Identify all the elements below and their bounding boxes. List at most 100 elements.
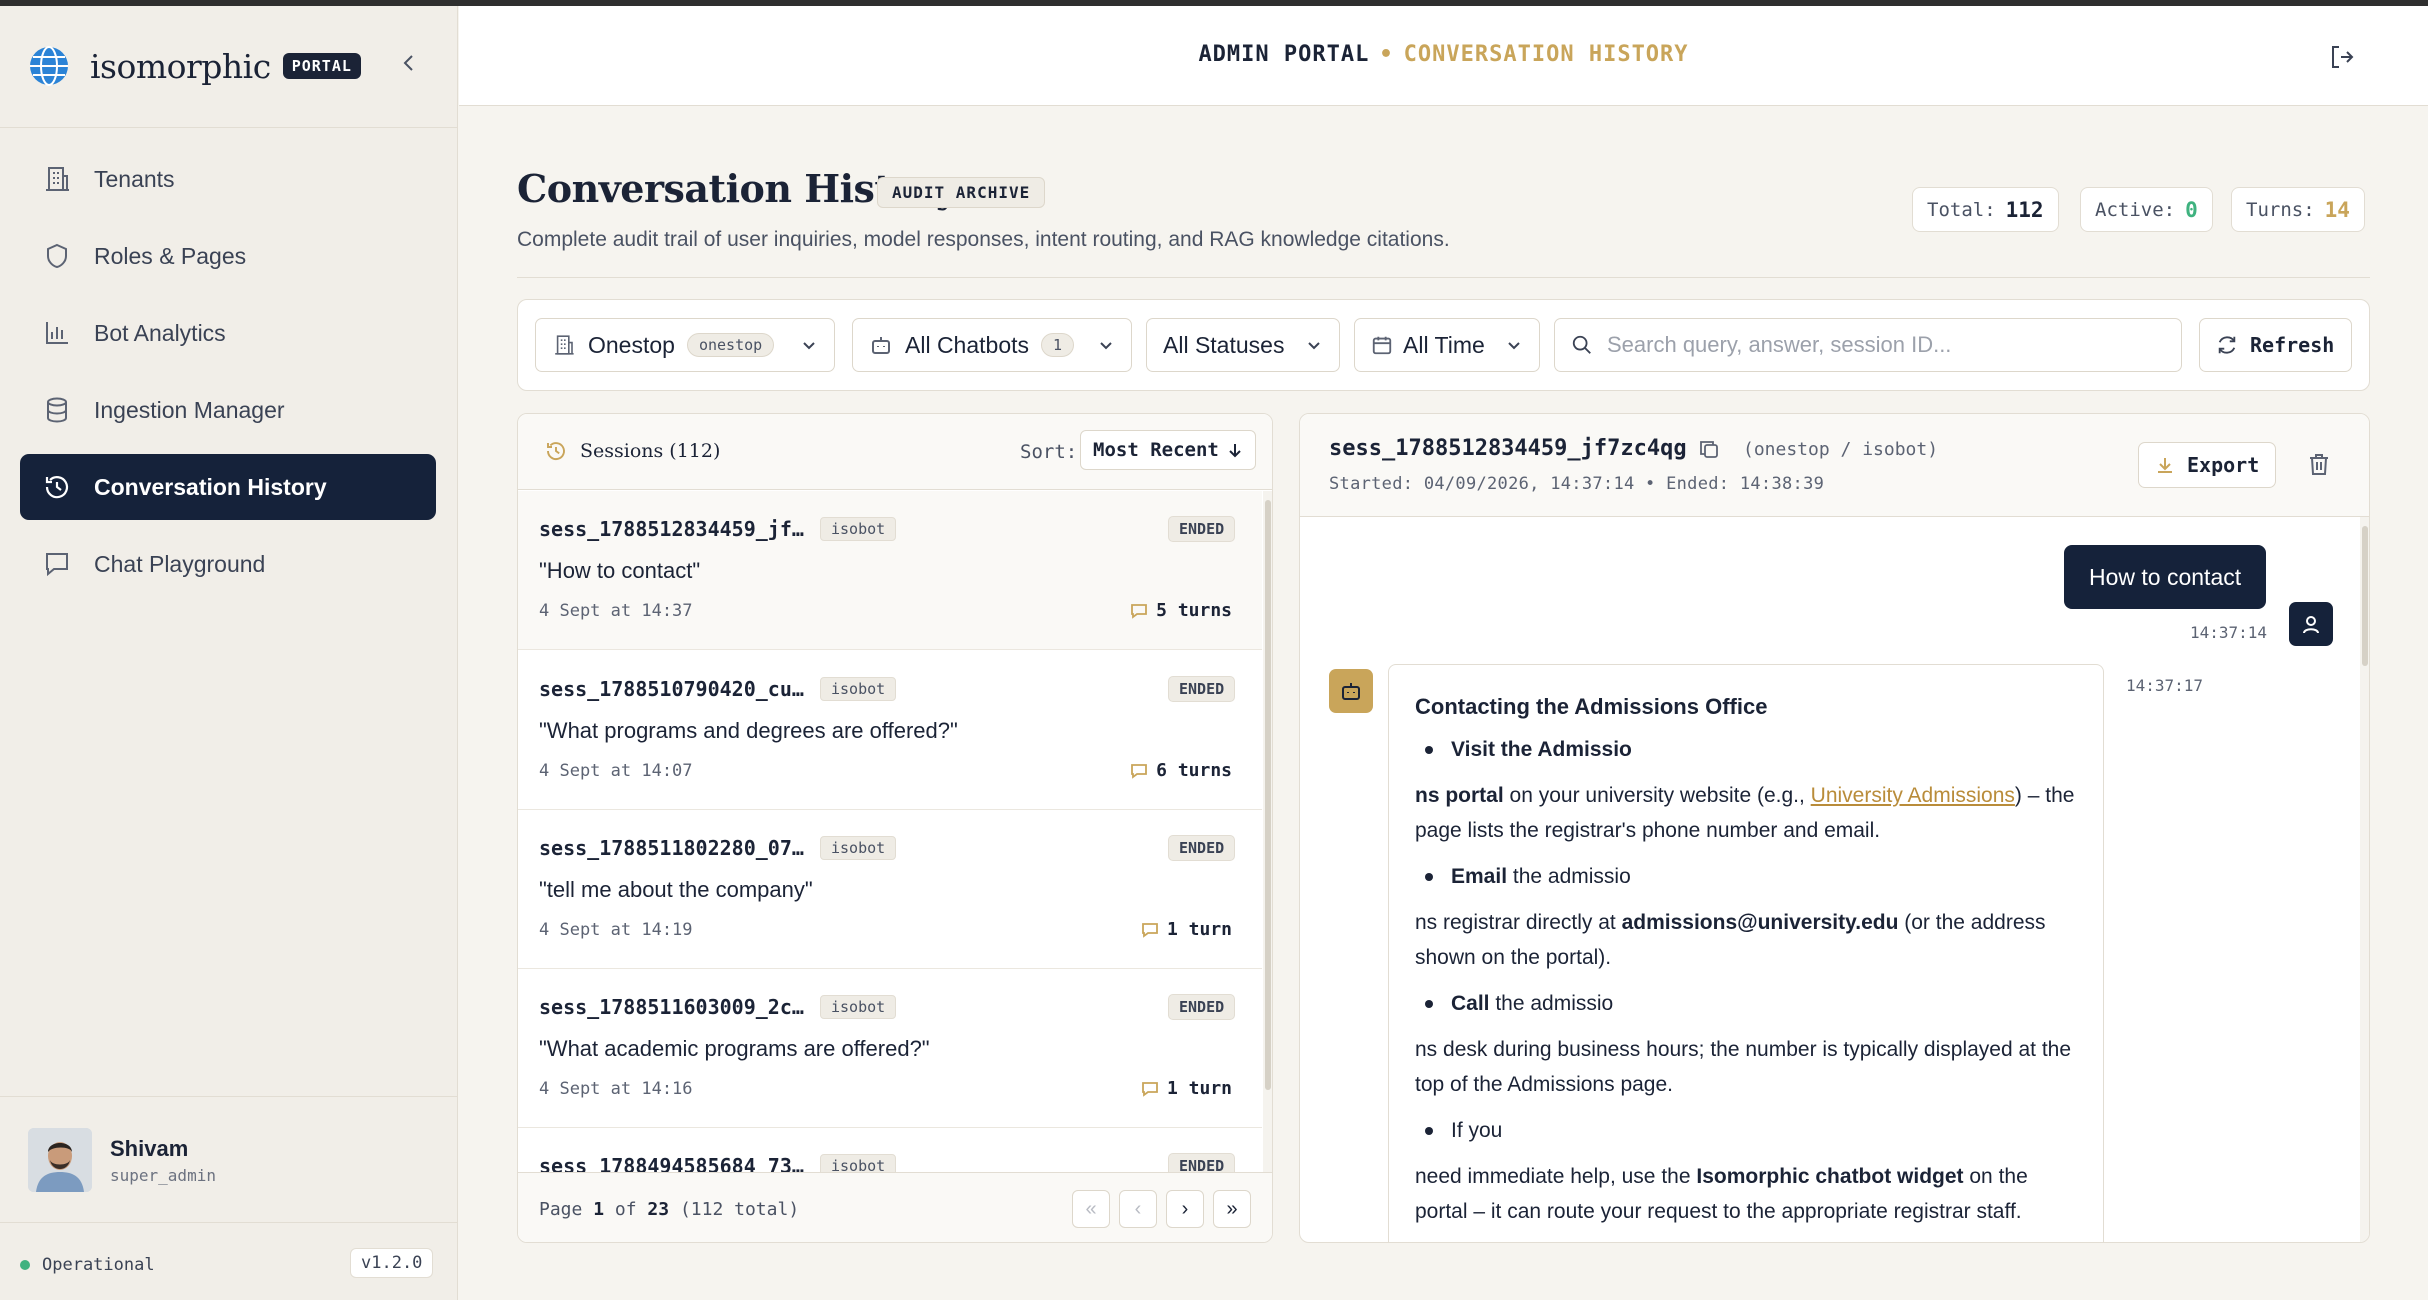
- status-dot-icon: [20, 1260, 30, 1270]
- detail-scroll-thumb[interactable]: [2362, 526, 2368, 666]
- sidebar-item-label: Ingestion Manager: [94, 396, 285, 423]
- list-item[interactable]: sess_1788494585684_73… isobot ENDED: [518, 1128, 1262, 1172]
- prev-page-button[interactable]: ‹: [1119, 1190, 1157, 1228]
- bot-tag: isobot: [820, 1154, 897, 1172]
- breadcrumb-portal: ADMIN PORTAL: [1198, 42, 1370, 67]
- detail-session-id: sess_1788512834459_jf7zc4qg: [1329, 436, 1687, 461]
- export-label: Export: [2187, 453, 2260, 477]
- page-subtitle: Complete audit trail of user inquiries, …: [517, 228, 1450, 251]
- sidebar-item-label: Bot Analytics: [94, 319, 226, 346]
- session-query: "What academic programs are offered?": [539, 1036, 930, 1061]
- logout-icon[interactable]: [2327, 42, 2357, 72]
- sidebar-item-roles-pages[interactable]: Roles & Pages: [20, 223, 436, 289]
- breadcrumb-separator: •: [1379, 42, 1394, 67]
- building-icon: [46, 167, 69, 191]
- bot-message-time: 14:37:17: [2126, 676, 2204, 695]
- chat-icon: [46, 553, 68, 577]
- list-item[interactable]: sess_1788512834459_jf… isobot ENDED "How…: [518, 491, 1262, 650]
- globe-icon: [30, 46, 68, 86]
- search-placeholder: Search query, answer, session ID...: [1607, 332, 1952, 357]
- turn-count: 6 turns: [1130, 760, 1232, 781]
- stat-turns-value: 14: [2324, 197, 2350, 222]
- next-page-button[interactable]: ›: [1166, 1190, 1204, 1228]
- building-icon: [555, 335, 574, 355]
- sidebar-item-label: Chat Playground: [94, 550, 266, 577]
- brand[interactable]: isomorphic PORTAL: [28, 40, 361, 92]
- stat-turns-label: Turns:: [2246, 198, 2315, 221]
- copy-icon[interactable]: [1698, 438, 1720, 460]
- session-time: 4 Sept at 14:19: [539, 920, 693, 940]
- status-text: Operational: [42, 1255, 155, 1275]
- time-select[interactable]: All Time: [1354, 318, 1540, 372]
- bot-tag: isobot: [820, 517, 897, 541]
- export-button[interactable]: Export: [2138, 442, 2277, 488]
- trash-icon[interactable]: [2306, 451, 2332, 477]
- bot-tag: isobot: [820, 677, 897, 701]
- first-page-button[interactable]: «: [1072, 1190, 1110, 1228]
- session-query: "tell me about the company": [539, 877, 813, 902]
- sidebar-divider: [0, 1222, 458, 1223]
- conversation-detail-panel: sess_1788512834459_jf7zc4qg (onestop / i…: [1299, 413, 2370, 1243]
- system-status: Operational: [20, 1255, 155, 1275]
- status-badge: ENDED: [1168, 516, 1236, 542]
- tenant-value: Onestop: [588, 331, 675, 358]
- user-icon: [2303, 616, 2319, 634]
- answer-bullet: If you: [1415, 1113, 2077, 1148]
- download-icon: [2158, 458, 2172, 473]
- session-query: "How to contact": [539, 558, 701, 583]
- sort-select[interactable]: Most Recent: [1080, 430, 1256, 470]
- university-admissions-link[interactable]: University Admissions: [1811, 784, 2015, 807]
- stat-total: Total: 112: [1912, 187, 2059, 232]
- bot-icon: [872, 337, 890, 354]
- pagination-text: Page 1 of 23 (112 total): [539, 1199, 800, 1220]
- search-input[interactable]: Search query, answer, session ID...: [1554, 318, 2182, 372]
- refresh-button[interactable]: Refresh: [2199, 318, 2352, 372]
- stat-active: Active: 0: [2080, 187, 2213, 232]
- user-role: super_admin: [110, 1165, 216, 1185]
- stat-active-value: 0: [2185, 197, 2198, 222]
- status-select[interactable]: All Statuses: [1146, 318, 1340, 372]
- user-profile[interactable]: Shivam super_admin: [28, 1128, 216, 1192]
- sidebar-item-tenants[interactable]: Tenants: [20, 146, 436, 212]
- breadcrumb-current: CONVERSATION HISTORY: [1403, 42, 1689, 67]
- turn-count: 1 turn: [1141, 919, 1232, 940]
- bot-icon: [1342, 683, 1360, 700]
- detail-context: (onestop / isobot): [1743, 439, 1939, 460]
- tenant-select[interactable]: Onestop onestop: [535, 318, 835, 372]
- answer-paragraph: ns registrar directly at admissions@univ…: [1415, 911, 2046, 969]
- sort-value: Most Recent: [1093, 439, 1219, 461]
- sessions-scroll-thumb[interactable]: [1265, 500, 1271, 1090]
- turn-count: 5 turns: [1130, 600, 1232, 621]
- pagination: Page 1 of 23 (112 total) « ‹ › »: [518, 1172, 1272, 1242]
- sidebar-divider: [0, 127, 458, 128]
- user-avatar: [2289, 602, 2333, 646]
- message-icon: [1142, 1081, 1158, 1097]
- answer-paragraph: need immediate help, use the Isomorphic …: [1415, 1165, 2028, 1223]
- status-value: All Statuses: [1163, 331, 1285, 358]
- sort-label: Sort:: [1020, 441, 1078, 463]
- current-page: 1: [593, 1199, 605, 1220]
- message-icon: [1142, 922, 1158, 938]
- audit-badge: AUDIT ARCHIVE: [877, 177, 1046, 208]
- status-badge: ENDED: [1168, 994, 1236, 1020]
- chatbot-value: All Chatbots: [905, 331, 1030, 358]
- session-query: "What programs and degrees are offered?": [539, 718, 958, 743]
- list-item[interactable]: sess_1788511802280_07… isobot ENDED "tel…: [518, 810, 1262, 969]
- list-item[interactable]: sess_1788510790420_cu… isobot ENDED "Wha…: [518, 651, 1262, 810]
- chevron-left-icon[interactable]: [396, 50, 422, 76]
- sidebar-item-chat-playground[interactable]: Chat Playground: [20, 531, 436, 597]
- sessions-panel: Sessions (112) Sort: Most Recent sess_17…: [517, 413, 1273, 1243]
- sidebar-item-bot-analytics[interactable]: Bot Analytics: [20, 300, 436, 366]
- sidebar-item-conversation-history[interactable]: Conversation History: [20, 454, 436, 520]
- sidebar-item-ingestion-manager[interactable]: Ingestion Manager: [20, 377, 436, 443]
- top-header: ADMIN PORTAL • CONVERSATION HISTORY: [459, 6, 2428, 106]
- stat-turns: Turns: 14: [2231, 187, 2365, 232]
- list-item[interactable]: sess_1788511603009_2c… isobot ENDED "Wha…: [518, 969, 1262, 1128]
- bot-tag: isobot: [820, 836, 897, 860]
- chatbot-select[interactable]: All Chatbots 1: [852, 318, 1132, 372]
- brand-badge: PORTAL: [282, 53, 361, 79]
- session-id: sess_1788512834459_jf…: [539, 517, 804, 541]
- last-page-button[interactable]: »: [1213, 1190, 1251, 1228]
- chatbot-chip: 1: [1041, 333, 1075, 357]
- detail-header: sess_1788512834459_jf7zc4qg (onestop / i…: [1300, 414, 2369, 517]
